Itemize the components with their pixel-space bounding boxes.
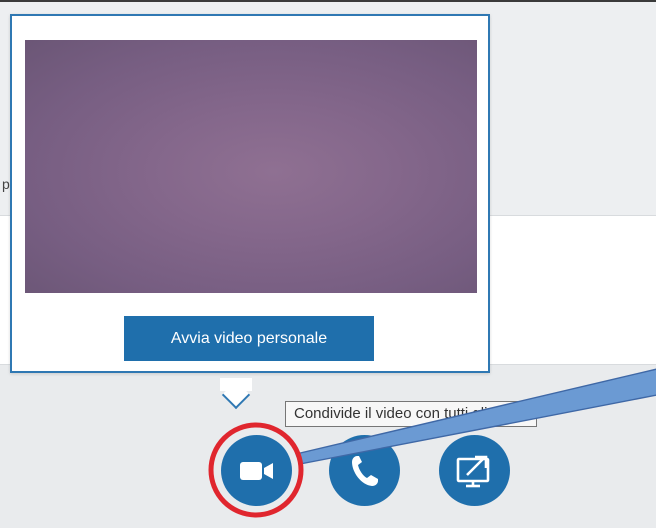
video-camera-icon — [239, 461, 273, 480]
video-tooltip: Condivide il video con tutti gli utenti — [285, 401, 538, 427]
cut-off-text: p — [2, 176, 10, 192]
video-preview-popup: Avvia video personale — [10, 14, 490, 373]
share-screen-button[interactable] — [439, 435, 510, 506]
call-button[interactable] — [329, 435, 400, 506]
popup-pointer-cover — [220, 378, 252, 391]
toolbar-area — [0, 364, 656, 528]
start-personal-video-button[interactable]: Avvia video personale — [124, 316, 374, 361]
phone-icon — [351, 455, 378, 486]
video-button[interactable] — [221, 435, 292, 506]
video-preview — [25, 40, 477, 293]
screen-share-icon — [456, 455, 489, 487]
